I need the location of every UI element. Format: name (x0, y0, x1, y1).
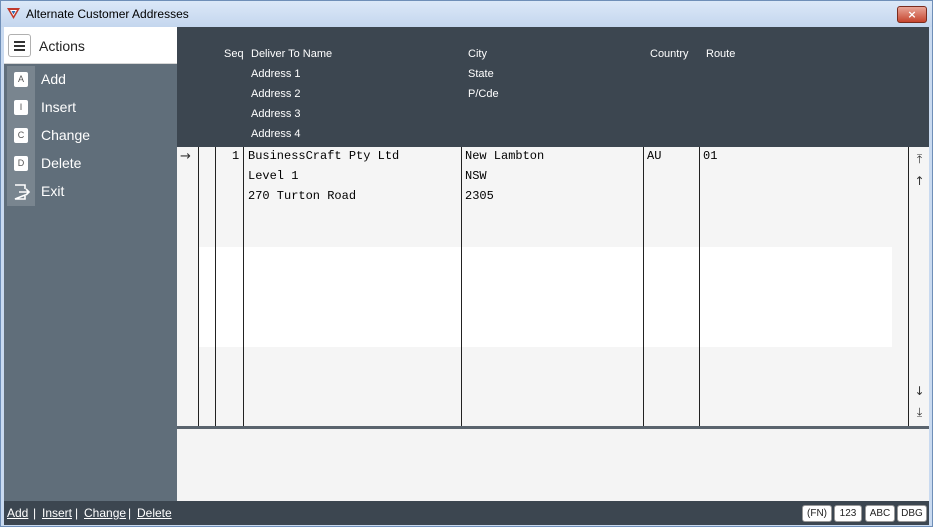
header-pcode[interactable]: P/Cde (468, 88, 499, 100)
header-seq[interactable]: Seq (224, 48, 244, 60)
cell-seq: 1 (232, 149, 240, 163)
column-divider (215, 147, 216, 427)
cell-route: 01 (703, 149, 718, 163)
empty-row[interactable] (199, 247, 892, 347)
status-separator: | (75, 506, 79, 520)
actions-header: Actions (4, 27, 177, 64)
column-divider (461, 147, 462, 427)
cell-address-2: 270 Turton Road (248, 189, 357, 203)
column-divider (198, 147, 199, 427)
key-a-icon: A (7, 66, 35, 94)
scroll-up-icon[interactable]: ↑ (912, 174, 927, 189)
fn-button[interactable]: (FN) (802, 505, 832, 522)
scroll-top-icon[interactable]: ⤒ (912, 152, 927, 167)
actions-title: Actions (39, 38, 85, 54)
grid-body: → 1 BusinessCraft Pty Ltd Level 1 270 Tu… (177, 147, 929, 427)
title-bar: Alternate Customer Addresses × (1, 1, 932, 27)
cell-deliver-to-name: BusinessCraft Pty Ltd (248, 149, 400, 163)
grid-bottom-border (177, 426, 929, 429)
sidebar-item-label: Exit (41, 183, 65, 199)
header-address-2[interactable]: Address 2 (251, 88, 301, 100)
key-c-icon: C (7, 122, 35, 150)
grid-header: Seq Deliver To Name Address 1 Address 2 … (177, 27, 929, 147)
header-deliver-to-name[interactable]: Deliver To Name (251, 48, 332, 60)
cell-state: NSW (465, 169, 487, 183)
status-link-add[interactable]: Add (7, 506, 28, 520)
sidebar-item-exit[interactable]: Exit (4, 178, 177, 206)
sidebar-item-label: Change (41, 127, 91, 143)
header-address-1[interactable]: Address 1 (251, 68, 301, 80)
actions-sidebar: Actions A Add I Insert C Change D Delete (4, 27, 177, 501)
arrow-right-icon: → (180, 149, 191, 164)
cell-country: AU (647, 149, 662, 163)
column-divider (699, 147, 700, 427)
cell-city: New Lambton (465, 149, 545, 163)
alpha-mode-button[interactable]: ABC (865, 505, 895, 522)
column-divider (643, 147, 644, 427)
hamburger-menu-icon[interactable] (8, 34, 31, 57)
cell-pcode: 2305 (465, 189, 494, 203)
key-d-icon: D (7, 150, 35, 178)
window-title: Alternate Customer Addresses (26, 7, 189, 21)
header-country[interactable]: Country (650, 48, 689, 60)
header-address-3[interactable]: Address 3 (251, 108, 301, 120)
column-divider (243, 147, 244, 427)
header-address-4[interactable]: Address 4 (251, 128, 301, 140)
grid-scrollbar[interactable]: ⤒ ↑ ↓ ⤓ (908, 147, 929, 427)
app-window: Alternate Customer Addresses × Actions A… (0, 0, 933, 527)
status-separator: | (128, 506, 132, 520)
debug-button[interactable]: DBG (897, 505, 927, 522)
sidebar-item-change[interactable]: C Change (4, 122, 177, 150)
exit-icon (14, 184, 31, 200)
grid-panel: Seq Deliver To Name Address 1 Address 2 … (177, 27, 929, 501)
key-i-icon: I (7, 94, 35, 122)
sidebar-item-label: Add (41, 71, 66, 87)
status-link-insert[interactable]: Insert (42, 506, 72, 520)
header-city[interactable]: City (468, 48, 487, 60)
sidebar-item-add[interactable]: A Add (4, 66, 177, 94)
scroll-down-icon[interactable]: ↓ (912, 384, 927, 399)
exit-icon-box (7, 178, 35, 206)
sidebar-item-label: Delete (41, 155, 82, 171)
sidebar-item-delete[interactable]: D Delete (4, 150, 177, 178)
header-state[interactable]: State (468, 68, 494, 80)
sidebar-item-label: Insert (41, 99, 77, 115)
app-logo-icon (7, 8, 20, 19)
close-button[interactable]: × (897, 6, 927, 23)
status-bar: Add | Insert | Change | Delete (FN) 123 … (4, 501, 929, 525)
numeric-mode-button[interactable]: 123 (834, 505, 862, 522)
header-route[interactable]: Route (706, 48, 735, 60)
status-link-delete[interactable]: Delete (137, 506, 172, 520)
scroll-bottom-icon[interactable]: ⤓ (912, 405, 927, 420)
status-separator: | (33, 506, 37, 520)
sidebar-item-insert[interactable]: I Insert (4, 94, 177, 122)
status-link-change[interactable]: Change (84, 506, 126, 520)
cell-address-1: Level 1 (248, 169, 299, 183)
